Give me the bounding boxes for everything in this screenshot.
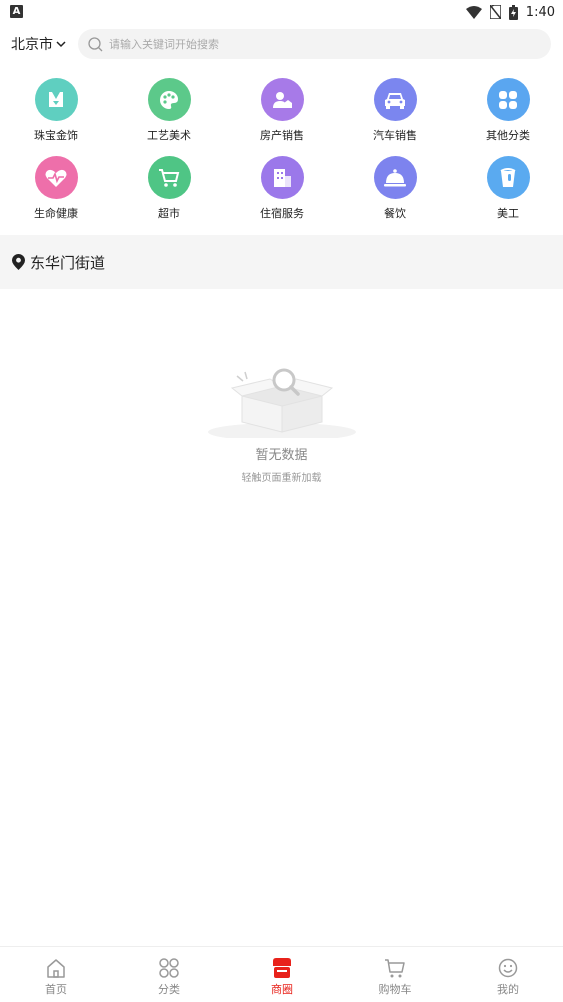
tab-business-district[interactable]: 商圈 bbox=[226, 947, 338, 1002]
dish-cover-icon bbox=[373, 156, 417, 199]
empty-reload-hint: 轻触页面重新加载 bbox=[241, 473, 322, 484]
heart-pulse-icon bbox=[34, 156, 78, 199]
cart-icon bbox=[385, 959, 405, 978]
paint-bucket-icon bbox=[486, 156, 530, 199]
building-icon bbox=[260, 156, 304, 199]
wifi-icon bbox=[465, 5, 482, 19]
search-bar[interactable] bbox=[78, 29, 551, 59]
category-label: 美工 bbox=[497, 207, 519, 220]
tab-home[interactable]: 首页 bbox=[0, 947, 112, 1002]
category-label: 其他分类 bbox=[486, 129, 530, 142]
store-icon bbox=[273, 958, 291, 978]
battery-icon bbox=[508, 4, 518, 20]
necklace-icon bbox=[34, 78, 78, 121]
tab-label: 商圈 bbox=[271, 983, 293, 996]
tab-category[interactable]: 分类 bbox=[113, 947, 225, 1002]
category-label: 住宿服务 bbox=[260, 207, 304, 220]
empty-state[interactable]: 暂无数据 轻触页面重新加载 bbox=[0, 362, 563, 484]
empty-title: 暂无数据 bbox=[255, 448, 308, 463]
category-label: 超市 bbox=[158, 207, 180, 220]
cart-icon bbox=[147, 156, 191, 199]
category-real-estate[interactable]: 房产销售 bbox=[226, 78, 338, 143]
category-art[interactable]: 美工 bbox=[452, 156, 563, 221]
category-label: 餐饮 bbox=[384, 207, 406, 220]
palette-icon bbox=[147, 78, 191, 121]
category-label: 工艺美术 bbox=[147, 129, 191, 142]
status-indicator-icon: A bbox=[10, 5, 23, 18]
category-label: 房产销售 bbox=[260, 129, 304, 142]
category-label: 汽车销售 bbox=[373, 129, 417, 142]
four-squares-icon bbox=[486, 78, 530, 121]
grid-icon bbox=[159, 958, 179, 978]
status-bar: A 1:40 bbox=[0, 0, 563, 24]
search-icon bbox=[88, 36, 103, 51]
location-bar[interactable]: 东华门街道 bbox=[0, 235, 563, 289]
tab-profile[interactable]: 我的 bbox=[452, 947, 563, 1002]
no-sim-icon bbox=[489, 5, 501, 19]
category-jewelry[interactable]: 珠宝金饰 bbox=[0, 78, 112, 143]
tab-label: 首页 bbox=[45, 983, 67, 996]
location-street: 东华门街道 bbox=[30, 253, 106, 272]
category-health[interactable]: 生命健康 bbox=[0, 156, 112, 221]
city-selector[interactable]: 北京市 bbox=[11, 28, 66, 60]
category-dining[interactable]: 餐饮 bbox=[339, 156, 451, 221]
car-icon bbox=[373, 78, 417, 121]
category-auto-sales[interactable]: 汽车销售 bbox=[339, 78, 451, 143]
empty-box-icon bbox=[207, 368, 356, 441]
tab-label: 分类 bbox=[158, 983, 180, 996]
status-time: 1:40 bbox=[525, 4, 555, 20]
category-label: 生命健康 bbox=[34, 207, 78, 220]
city-label: 北京市 bbox=[11, 37, 53, 53]
location-pin-icon bbox=[12, 254, 25, 270]
category-others[interactable]: 其他分类 bbox=[452, 78, 563, 143]
tab-label: 我的 bbox=[497, 983, 519, 996]
search-input[interactable] bbox=[107, 36, 511, 52]
category-lodging[interactable]: 住宿服务 bbox=[226, 156, 338, 221]
house-person-icon bbox=[260, 78, 304, 121]
status-icons: 1:40 bbox=[465, 3, 555, 21]
tab-cart[interactable]: 购物车 bbox=[339, 947, 451, 1002]
category-crafts[interactable]: 工艺美术 bbox=[113, 78, 225, 143]
category-supermarket[interactable]: 超市 bbox=[113, 156, 225, 221]
chevron-down-icon bbox=[56, 40, 66, 47]
home-icon bbox=[47, 959, 65, 978]
tab-label: 购物车 bbox=[378, 983, 412, 996]
header: 北京市 bbox=[0, 28, 563, 60]
smiley-icon bbox=[498, 958, 518, 978]
bottom-tab-bar: 首页 分类 商圈 购物车 我的 bbox=[0, 946, 563, 1002]
category-label: 珠宝金饰 bbox=[34, 129, 78, 142]
